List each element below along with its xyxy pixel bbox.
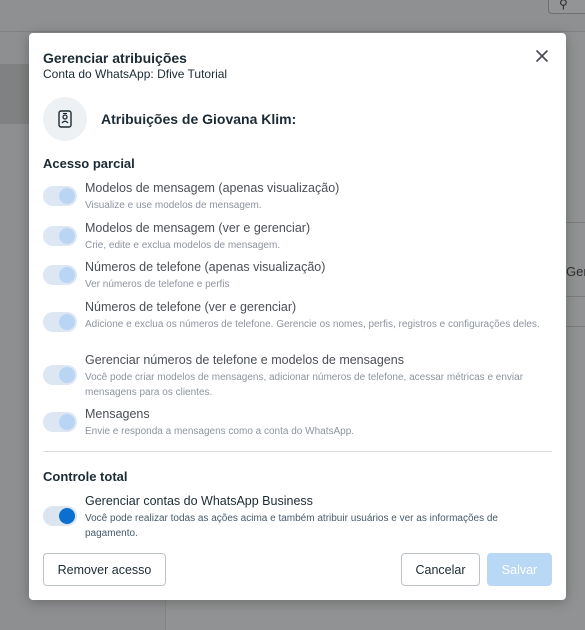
permission-label: Modelos de mensagem (apenas visualização… [85, 181, 340, 195]
toggle-knob [59, 267, 75, 283]
remove-access-button[interactable]: Remover acesso [43, 553, 166, 586]
id-badge-icon [58, 110, 72, 128]
permission-description: Envie e responda a mensagens como a cont… [85, 426, 355, 437]
permission-toggle[interactable] [43, 265, 77, 285]
cancel-button[interactable]: Cancelar [401, 553, 480, 586]
toggle-knob [59, 508, 75, 524]
dialog-title: Gerenciar atribuições [43, 50, 187, 66]
close-button[interactable] [532, 46, 552, 66]
avatar [43, 97, 87, 141]
permission-toggle[interactable] [43, 365, 77, 385]
permission-description: Visualize e use modelos de mensagem. [85, 200, 262, 211]
permission-label: Números de telefone (apenas visualização… [85, 260, 326, 274]
divider [566, 222, 585, 223]
permission-toggle[interactable] [43, 312, 77, 332]
toggle-knob [59, 228, 75, 244]
permission-label: Mensagens [85, 407, 150, 421]
manage-assignments-dialog: Gerenciar atribuições Conta do WhatsApp:… [29, 33, 566, 600]
full-control-title: Controle total [43, 469, 128, 484]
permission-description: Adicione e exclua os números de telefone… [85, 319, 540, 330]
save-button[interactable]: Salvar [487, 553, 552, 586]
background-text: Gerenc [566, 264, 585, 279]
toggle-knob [59, 367, 75, 383]
toggle-knob [59, 314, 75, 330]
divider [566, 326, 585, 327]
permission-label: Números de telefone (ver e gerenciar) [85, 300, 297, 314]
section-divider [43, 451, 552, 452]
permission-label: Gerenciar números de telefone e modelos … [85, 353, 404, 367]
permission-label: Modelos de mensagem (ver e gerenciar) [85, 221, 311, 235]
permission-description: Você pode criar modelos de mensagens, ad… [85, 372, 524, 398]
permission-toggle[interactable] [43, 506, 77, 526]
toggle-knob [59, 414, 75, 430]
toggle-knob [59, 188, 75, 204]
partial-access-title: Acesso parcial [43, 156, 135, 171]
user-assignments-heading: Atribuições de Giovana Klim: [101, 111, 297, 127]
permission-description: Crie, edite e exclua modelos de mensagem… [85, 240, 281, 251]
permission-toggle[interactable] [43, 186, 77, 206]
search-box: ⚲ [548, 0, 585, 14]
sidebar-selected-item [0, 64, 30, 124]
divider [566, 296, 585, 297]
dialog-subtitle: Conta do WhatsApp: Dfive Tutorial [43, 67, 228, 81]
close-icon [536, 50, 548, 62]
permission-toggle[interactable] [43, 226, 77, 246]
permission-description: Você pode realizar todas as ações acima … [85, 513, 498, 539]
app-header [0, 0, 585, 32]
permission-label: Gerenciar contas do WhatsApp Business [85, 494, 313, 508]
permission-toggle[interactable] [43, 412, 77, 432]
search-icon: ⚲ [559, 0, 568, 11]
permission-description: Ver números de telefone e perfis [85, 279, 230, 290]
